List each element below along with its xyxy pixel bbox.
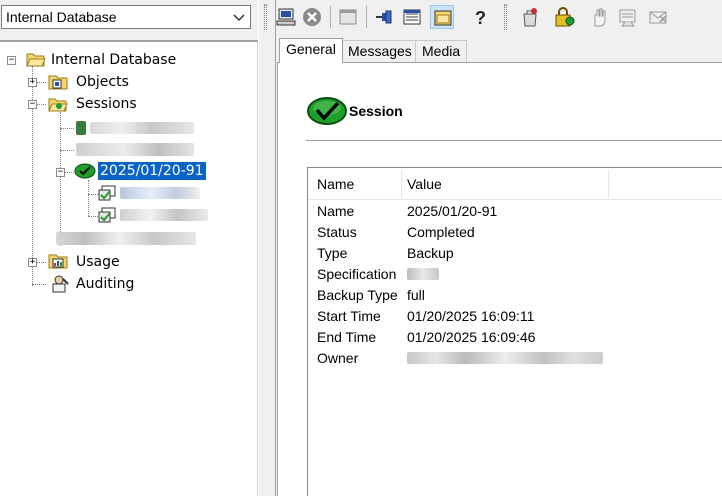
details-view-button[interactable]: [400, 5, 424, 29]
envelope-icon: [649, 11, 667, 24]
table-row[interactable]: Specification: [308, 264, 722, 285]
computer-icon: [276, 8, 296, 26]
check-session-icon: [74, 163, 96, 179]
property-name: Type: [317, 245, 348, 261]
property-value: 2025/01/20-91: [407, 203, 498, 219]
sessions-folder-icon: [48, 96, 68, 112]
tab-media[interactable]: Media: [415, 40, 468, 62]
pin-button[interactable]: [372, 5, 396, 29]
tab-messages[interactable]: Messages: [341, 40, 419, 62]
page-title: Session: [349, 103, 403, 119]
context-select[interactable]: Internal Database: [1, 5, 251, 29]
yellow-window-icon: [434, 10, 452, 26]
property-name: Owner: [317, 350, 359, 366]
tree-label-sessions: Sessions: [76, 96, 137, 112]
usage-folder-icon: [48, 253, 68, 269]
tree-panel[interactable]: − Internal Database + Objects − Sessions…: [0, 40, 258, 496]
property-value: 01/20/2025 16:09:11: [407, 308, 535, 324]
table-row[interactable]: Backup Type full: [308, 285, 722, 306]
property-name: Specification: [317, 266, 397, 282]
check-object-icon: [98, 207, 116, 223]
redacted-value: [407, 268, 439, 280]
tree-label-auditing: Auditing: [76, 276, 135, 292]
abort-button[interactable]: [588, 5, 612, 29]
property-name: Name: [317, 203, 355, 219]
column-header-value[interactable]: Value: [407, 176, 442, 192]
properties-list[interactable]: Name Value Name 2025/01/20-91 Status Com…: [307, 167, 722, 496]
divider: [306, 140, 722, 141]
toolbar-grip[interactable]: [264, 4, 267, 30]
report-button[interactable]: [616, 5, 640, 29]
table-row[interactable]: Type Backup: [308, 243, 722, 264]
tree-label-usage: Usage: [76, 254, 120, 270]
report-icon: [619, 9, 636, 27]
property-name: Status: [317, 224, 357, 240]
collapse-icon[interactable]: −: [7, 56, 16, 65]
toolbar: ?: [262, 0, 722, 34]
lock-button[interactable]: [552, 5, 576, 29]
collapse-icon[interactable]: −: [28, 100, 37, 109]
auditing-icon: [50, 275, 69, 293]
column-header-name[interactable]: Name: [317, 176, 354, 192]
list-view-icon: [403, 9, 421, 25]
list-header: Name Value: [308, 168, 722, 200]
pane-splitter[interactable]: [258, 0, 276, 496]
help-button[interactable]: ?: [468, 5, 492, 29]
general-tab-content: Session Name Value Name 2025/01/20-91 St…: [277, 62, 722, 496]
connect-computer-button[interactable]: [274, 5, 298, 29]
collapse-icon[interactable]: −: [56, 168, 65, 177]
toolbar-grip[interactable]: [504, 4, 507, 30]
stop-button[interactable]: [300, 5, 324, 29]
tree-label-selected-session: 2025/01/20-91: [98, 162, 206, 180]
lock-icon: [555, 7, 575, 27]
table-row[interactable]: Name 2025/01/20-91: [308, 201, 722, 222]
table-row[interactable]: End Time 01/20/2025 16:09:46: [308, 327, 722, 348]
restore-button[interactable]: [518, 5, 542, 29]
redacted-value: [407, 352, 603, 364]
svg-text:?: ?: [475, 8, 486, 28]
table-row[interactable]: Start Time 01/20/2025 16:09:11: [308, 306, 722, 327]
expand-icon[interactable]: +: [28, 258, 37, 267]
check-object-icon: [98, 185, 116, 201]
context-select-value: Internal Database: [6, 9, 117, 25]
window-icon: [339, 9, 357, 25]
pushpin-icon: [376, 10, 392, 24]
mail-button[interactable]: [646, 5, 670, 29]
property-value: 01/20/2025 16:09:46: [407, 329, 536, 345]
property-value: Completed: [407, 224, 475, 240]
window-view-button[interactable]: [430, 5, 454, 29]
table-row[interactable]: Status Completed: [308, 222, 722, 243]
property-name: End Time: [317, 329, 377, 345]
stop-x-icon: [303, 8, 321, 26]
hand-icon: [594, 8, 606, 27]
objects-folder-icon: [48, 74, 68, 90]
property-name: Backup Type: [317, 287, 398, 303]
tab-general[interactable]: General: [279, 38, 343, 63]
properties-button[interactable]: [336, 5, 360, 29]
tree-label-objects: Objects: [76, 74, 129, 90]
chevron-down-icon[interactable]: [231, 9, 247, 25]
session-check-icon: [306, 95, 348, 127]
property-name: Start Time: [317, 308, 381, 324]
bag-icon: [523, 8, 537, 27]
property-value: full: [407, 287, 425, 303]
folder-open-icon: [26, 51, 46, 67]
tree-label-root: Internal Database: [51, 52, 177, 68]
question-mark-icon: ?: [475, 8, 486, 28]
expand-icon[interactable]: +: [28, 78, 37, 87]
property-value: Backup: [407, 245, 454, 261]
table-row[interactable]: Owner: [308, 348, 722, 369]
